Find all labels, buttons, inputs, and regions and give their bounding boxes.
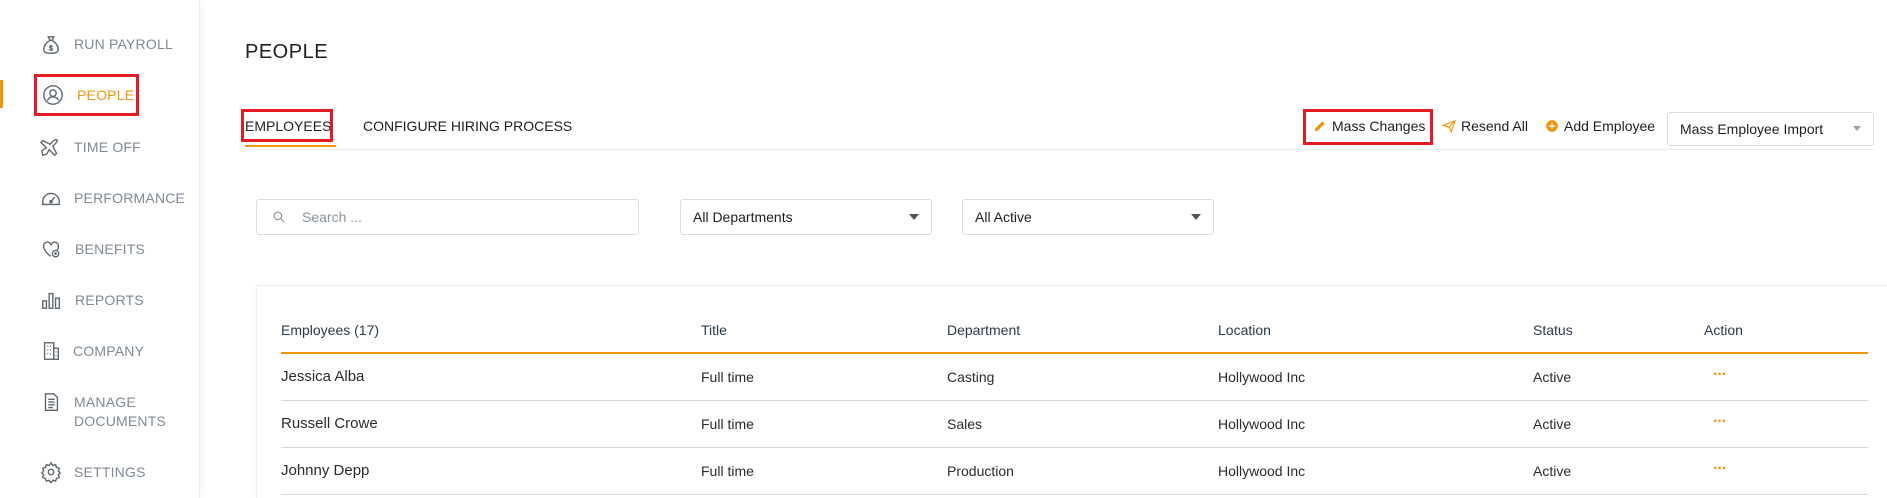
svg-text:$: $ — [49, 44, 53, 53]
column-header-title[interactable]: Title — [701, 322, 727, 338]
mass-changes-button[interactable]: Mass Changes — [1313, 118, 1425, 134]
employee-location: Hollywood Inc — [1218, 416, 1306, 432]
employee-location: Hollywood Inc — [1218, 369, 1306, 385]
employee-department: Sales — [947, 416, 983, 432]
employee-status: Active — [1533, 369, 1572, 385]
send-icon — [1442, 119, 1456, 133]
heart-plus-icon — [40, 238, 62, 260]
row-actions-menu[interactable]: ··· — [1713, 460, 1727, 478]
person-circle-icon — [42, 84, 64, 106]
page-title: PEOPLE — [245, 41, 329, 63]
add-employee-button[interactable]: Add Employee — [1545, 118, 1655, 134]
table-row[interactable]: Russell Crowe Full time Sales Hollywood … — [281, 401, 1868, 448]
chevron-down-icon — [909, 214, 919, 220]
sidebar-item-reports[interactable]: REPORTS — [0, 289, 200, 311]
chevron-down-icon — [1191, 214, 1201, 220]
table-row[interactable]: Jessica Alba Full time Casting Hollywood… — [281, 354, 1868, 401]
sidebar-item-label: PERFORMANCE — [74, 190, 186, 206]
bar-chart-icon — [40, 289, 62, 311]
chevron-down-icon — [1853, 126, 1861, 131]
sidebar-item-label: MANAGE — [74, 394, 136, 410]
employee-name[interactable]: Johnny Depp — [281, 462, 369, 479]
resend-all-label: Resend All — [1461, 118, 1528, 134]
plus-circle-icon — [1546, 120, 1558, 132]
search-box[interactable] — [256, 199, 639, 235]
mass-changes-label: Mass Changes — [1332, 118, 1426, 134]
column-header-employees[interactable]: Employees (17) — [281, 322, 379, 338]
employees-table: Employees (17) Title Department Location… — [256, 285, 1887, 498]
tab-employees[interactable]: EMPLOYEES — [245, 118, 337, 147]
sidebar-item-label: REPORTS — [75, 292, 144, 308]
sidebar-item-label: COMPANY — [73, 343, 145, 359]
sidebar-item-time-off[interactable]: TIME OFF — [0, 136, 200, 158]
sidebar-item-run-payroll[interactable]: $ RUN PAYROLL — [0, 34, 200, 56]
department-filter-value: All Departments — [693, 209, 793, 225]
row-actions-menu[interactable]: ··· — [1713, 366, 1727, 384]
sidebar-item-label: PEOPLE — [77, 87, 135, 103]
pencil-icon — [1314, 121, 1325, 132]
airplane-icon — [40, 136, 62, 158]
sidebar-item-settings[interactable]: SETTINGS — [0, 461, 200, 483]
building-icon — [40, 340, 62, 362]
column-header-location[interactable]: Location — [1218, 322, 1271, 338]
employee-title: Full time — [701, 369, 754, 385]
table-row[interactable]: Johnny Depp Full time Production Hollywo… — [281, 448, 1868, 495]
sidebar: $ RUN PAYROLL PEOPLE TIME OFF PERFORMANC… — [0, 0, 200, 498]
sidebar-item-label: BENEFITS — [75, 241, 146, 257]
status-filter-value: All Active — [975, 209, 1032, 225]
column-header-action: Action — [1704, 322, 1743, 338]
sidebar-item-performance[interactable]: PERFORMANCE — [0, 187, 200, 209]
sidebar-item-label: SETTINGS — [74, 464, 146, 480]
employee-department: Casting — [947, 369, 995, 385]
mass-employee-import-select[interactable]: Mass Employee Import — [1667, 112, 1874, 146]
gauge-icon — [40, 187, 62, 209]
search-icon — [273, 211, 285, 223]
mass-employee-import-value: Mass Employee Import — [1680, 121, 1824, 137]
department-filter-select[interactable]: All Departments — [680, 199, 932, 235]
sidebar-item-manage-documents[interactable]: MANAGE DOCUMENTS — [0, 391, 200, 431]
sidebar-item-people[interactable]: PEOPLE — [0, 84, 200, 106]
employee-location: Hollywood Inc — [1218, 463, 1306, 479]
employee-title: Full time — [701, 416, 754, 432]
sidebar-item-company[interactable]: COMPANY — [0, 340, 200, 362]
employee-title: Full time — [701, 463, 754, 479]
employee-department: Production — [947, 463, 1014, 479]
sidebar-item-label-line2: DOCUMENTS — [74, 413, 167, 429]
employee-status: Active — [1533, 416, 1572, 432]
employee-status: Active — [1533, 463, 1572, 479]
employee-name[interactable]: Jessica Alba — [281, 368, 364, 385]
money-bag-icon: $ — [40, 34, 62, 56]
status-filter-select[interactable]: All Active — [962, 199, 1214, 235]
sidebar-item-label: TIME OFF — [74, 139, 141, 155]
document-icon — [40, 391, 62, 413]
gear-icon — [40, 461, 62, 483]
column-header-department[interactable]: Department — [947, 322, 1020, 338]
column-header-status[interactable]: Status — [1533, 322, 1573, 338]
add-employee-label: Add Employee — [1564, 118, 1656, 134]
employee-name[interactable]: Russell Crowe — [281, 415, 378, 432]
search-input[interactable] — [302, 200, 622, 234]
sidebar-item-benefits[interactable]: BENEFITS — [0, 238, 200, 260]
resend-all-button[interactable]: Resend All — [1442, 118, 1528, 134]
sidebar-item-label: RUN PAYROLL — [74, 36, 173, 52]
tab-configure-hiring-process[interactable]: CONFIGURE HIRING PROCESS — [363, 118, 572, 134]
row-actions-menu[interactable]: ··· — [1713, 413, 1727, 431]
